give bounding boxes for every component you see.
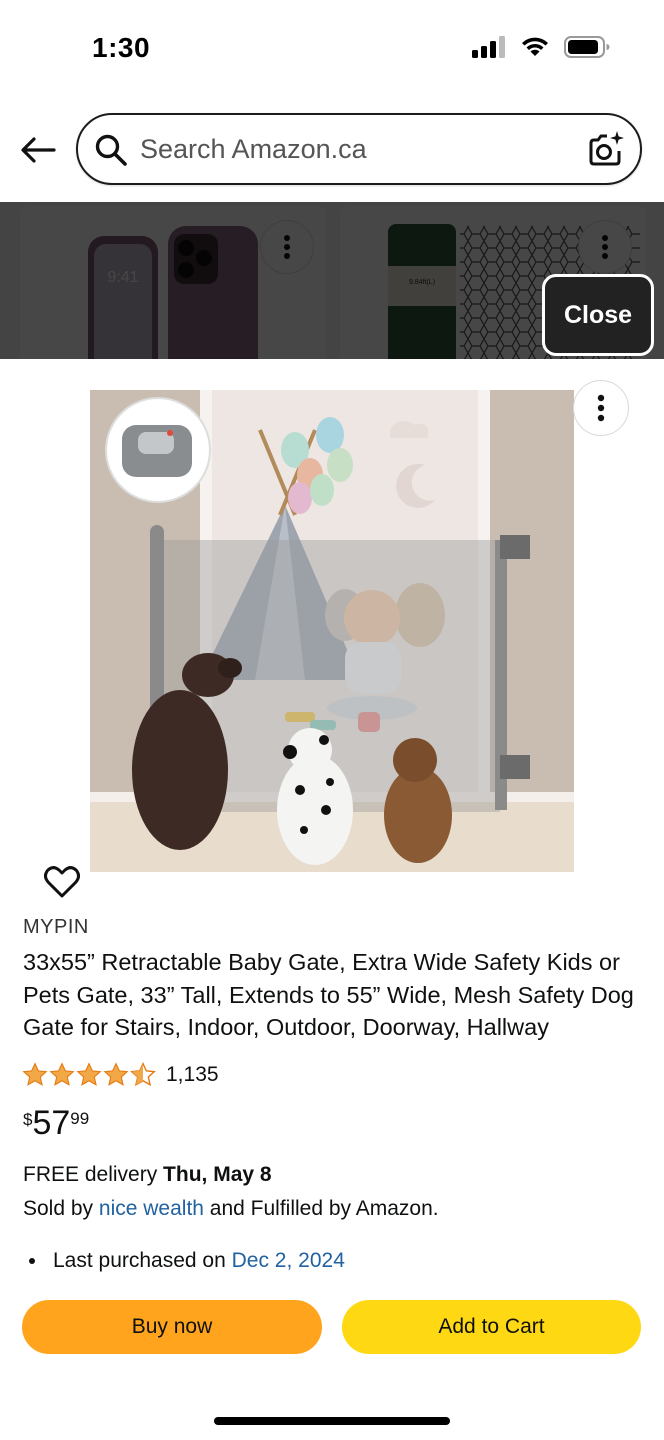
sold-by-info: Sold by nice wealth and Fulfilled by Ama…: [23, 1197, 439, 1221]
add-to-cart-button[interactable]: Add to Cart: [342, 1300, 641, 1354]
buy-now-button[interactable]: Buy now: [22, 1300, 322, 1354]
delivery-info: FREE delivery Thu, May 8: [23, 1163, 272, 1187]
product-image[interactable]: [90, 390, 574, 872]
search-input[interactable]: [140, 129, 560, 169]
status-bar: 1:30: [0, 0, 664, 100]
rating-row[interactable]: 1,135: [22, 1062, 219, 1088]
product-title[interactable]: 33x55” Retractable Baby Gate, Extra Wide…: [23, 946, 643, 1044]
heart-icon[interactable]: [42, 862, 82, 902]
star-half-icon: [130, 1062, 156, 1087]
delivery-prefix: FREE delivery: [23, 1163, 164, 1186]
wifi-icon: [522, 37, 548, 56]
price-fraction: 99: [70, 1109, 90, 1128]
price-whole: 57: [32, 1104, 71, 1142]
search-icon: [95, 134, 127, 166]
sold-by-suffix: and Fulfilled by Amazon.: [203, 1197, 439, 1220]
star-icon: [49, 1062, 75, 1086]
last-purchased-date-link[interactable]: Dec 2, 2024: [232, 1249, 345, 1273]
star-icon: [103, 1062, 129, 1086]
price: $ 57 99: [23, 1104, 89, 1142]
battery-icon: [564, 36, 610, 58]
price-currency: $: [23, 1110, 33, 1129]
search-bar[interactable]: [76, 113, 642, 185]
star-rating: [22, 1062, 156, 1088]
back-arrow-icon: [21, 137, 56, 163]
last-purchased-info: Last purchased on Dec 2, 2024: [23, 1249, 345, 1273]
search-header: [0, 100, 664, 200]
camera-search-icon[interactable]: [586, 129, 626, 169]
close-button[interactable]: Close: [542, 274, 654, 356]
rating-count: 1,135: [166, 1063, 219, 1086]
star-icon: [76, 1062, 102, 1086]
related-products-carousel: 9:41 9.84ft(L) Close: [0, 202, 664, 359]
last-purchased-prefix: Last purchased on: [53, 1249, 232, 1272]
back-button[interactable]: [18, 130, 58, 170]
delivery-date: Thu, May 8: [163, 1163, 272, 1186]
status-icons: [472, 36, 610, 58]
brand-name[interactable]: MYPIN: [23, 916, 89, 939]
baby-gate-illustration: [90, 390, 574, 872]
star-icon: [22, 1062, 48, 1086]
status-time: 1:30: [92, 32, 151, 63]
sold-by-prefix: Sold by: [23, 1197, 99, 1220]
seller-link[interactable]: nice wealth: [99, 1197, 204, 1220]
image-more-button[interactable]: [573, 380, 629, 436]
home-indicator[interactable]: [214, 1417, 450, 1425]
cellular-signal-icon: [472, 36, 505, 58]
bullet-icon: [29, 1258, 35, 1264]
more-vertical-icon: [597, 394, 605, 422]
